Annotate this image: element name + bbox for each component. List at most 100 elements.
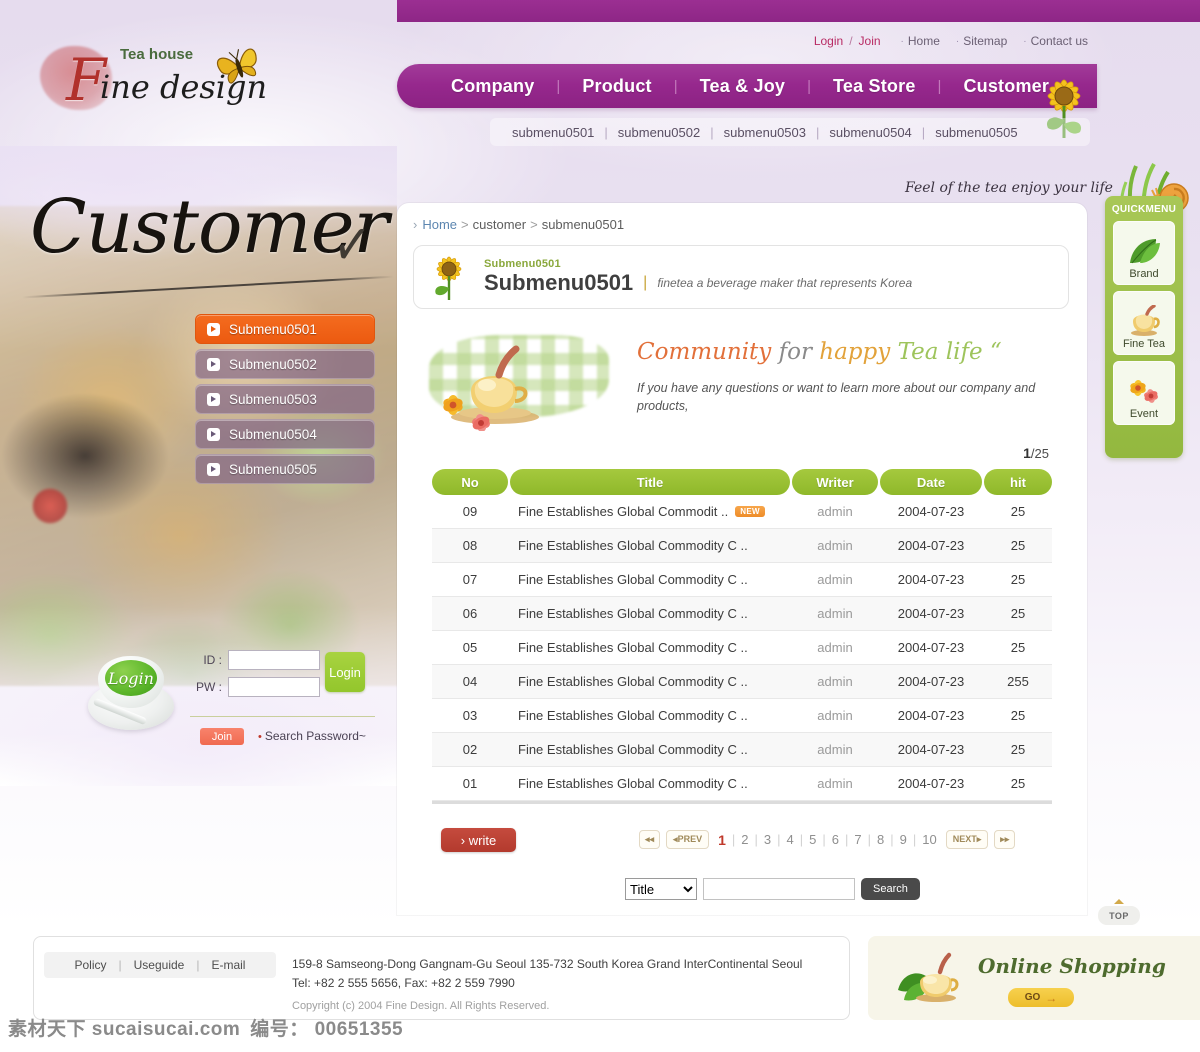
- table-row[interactable]: 09 Fine Establishes Global Commodit .. NE…: [432, 495, 1052, 529]
- scroll-to-top-button[interactable]: TOP: [1098, 906, 1140, 925]
- submenu-bar-item-0505[interactable]: submenu0505: [925, 125, 1027, 140]
- pagination-page-7[interactable]: 7: [848, 832, 867, 847]
- tagline: Feel of the tea enjoy your life: [905, 180, 1113, 196]
- hero-submenu-list: Submenu0501 Submenu0502 Submenu0503 Subm…: [195, 314, 375, 489]
- sidebar-item-submenu0505[interactable]: Submenu0505: [195, 454, 375, 484]
- nav-item-tea-store[interactable]: Tea Store: [811, 76, 938, 97]
- pagination-page-3[interactable]: 3: [758, 832, 777, 847]
- cell-title[interactable]: Fine Establishes Global Commodity C ..: [510, 563, 790, 596]
- teapot-flowers-icon: [419, 331, 629, 431]
- utility-contactus-link[interactable]: Contact us: [1031, 34, 1088, 48]
- page-indicator-total: /25: [1030, 446, 1049, 461]
- nav-item-product[interactable]: Product: [560, 76, 673, 97]
- column-header-date: Date: [880, 469, 982, 495]
- submenu-bar-item-0501[interactable]: submenu0501: [502, 125, 604, 140]
- sidebar-item-submenu0502[interactable]: Submenu0502: [195, 349, 375, 379]
- quickmenu-item-event[interactable]: Event: [1113, 361, 1175, 425]
- breadcrumb-home-link[interactable]: Home: [422, 217, 457, 232]
- cell-title[interactable]: Fine Establishes Global Commodity C ..: [510, 529, 790, 562]
- utility-home-link[interactable]: Home: [908, 34, 940, 48]
- column-header-title: Title: [510, 469, 790, 495]
- footer-link-useguide[interactable]: Useguide: [122, 958, 197, 972]
- pagination-page-1[interactable]: 1: [712, 832, 732, 848]
- submenu-bar-item-0504[interactable]: submenu0504: [819, 125, 921, 140]
- submenu-bar: submenu0501 | submenu0502 | submenu0503 …: [490, 118, 1090, 146]
- cell-title[interactable]: Fine Establishes Global Commodity C ..: [510, 733, 790, 766]
- write-button[interactable]: › write: [441, 828, 516, 852]
- search-input[interactable]: [703, 878, 855, 900]
- search-field-select[interactable]: Title Writer Content: [625, 878, 697, 900]
- table-row[interactable]: 02 Fine Establishes Global Commodity C .…: [432, 733, 1052, 767]
- table-row[interactable]: 05 Fine Establishes Global Commodity C .…: [432, 631, 1052, 665]
- pagination-prev-button[interactable]: ◂PREV: [666, 830, 710, 849]
- pagination-page-6[interactable]: 6: [826, 832, 845, 847]
- pagination: ◂◂ ◂PREV 1 | 2 | 3 | 4 | 5 | 6 | 7 | 8 | 9 | 10 N…: [636, 830, 1018, 849]
- pagination-next-button[interactable]: NEXT▸: [945, 830, 989, 849]
- pagination-page-8[interactable]: 8: [871, 832, 890, 847]
- cell-title[interactable]: Fine Establishes Global Commodit .. NEW: [510, 495, 790, 528]
- sidebar-item-submenu0504[interactable]: Submenu0504: [195, 419, 375, 449]
- cell-date: 2004-07-23: [897, 572, 965, 587]
- utility-login-link[interactable]: Login: [810, 34, 847, 48]
- caret-up-icon: [1114, 899, 1124, 904]
- nav-item-tea-and-joy[interactable]: Tea & Joy: [678, 76, 808, 97]
- table-row[interactable]: 04 Fine Establishes Global Commodity C .…: [432, 665, 1052, 699]
- cell-hit: 25: [1010, 708, 1026, 723]
- pagination-last-button[interactable]: ▸▸: [994, 830, 1016, 849]
- login-id-input[interactable]: [228, 650, 320, 670]
- cell-title[interactable]: Fine Establishes Global Commodity C ..: [510, 699, 790, 732]
- quickmenu-item-fine-tea[interactable]: Fine Tea: [1113, 291, 1175, 355]
- cup-tea-surface: Login: [105, 660, 157, 696]
- online-shopping-box: Online Shopping GO →: [868, 936, 1200, 1020]
- quickmenu-item-brand[interactable]: Brand: [1113, 221, 1175, 285]
- sidebar-item-submenu0501[interactable]: Submenu0501: [195, 314, 375, 344]
- login-id-label: ID :: [203, 653, 222, 667]
- pagination-page-4[interactable]: 4: [781, 832, 800, 847]
- online-shopping-go-button[interactable]: GO →: [1008, 988, 1074, 1007]
- footer-link-email[interactable]: E-mail: [199, 958, 257, 972]
- cell-hit: 255: [1007, 674, 1029, 689]
- utility-sitemap-link[interactable]: Sitemap: [963, 34, 1007, 48]
- login-button[interactable]: Login: [325, 652, 365, 692]
- login-pw-input[interactable]: [228, 677, 320, 697]
- pagination-first-button[interactable]: ◂◂: [639, 830, 661, 849]
- utility-join-link[interactable]: Join: [855, 34, 885, 48]
- breadcrumb-level3[interactable]: submenu0501: [542, 217, 624, 232]
- footer-link-policy[interactable]: Policy: [63, 958, 119, 972]
- breadcrumb-level2[interactable]: customer: [473, 217, 526, 232]
- pagination-page-9[interactable]: 9: [894, 832, 913, 847]
- sidebar-item-label: Submenu0501: [229, 321, 317, 337]
- page-header-description: finetea a beverage maker that represents…: [657, 276, 913, 290]
- footer-links: Policy | Useguide | E-mail: [44, 952, 276, 978]
- chevron-right-icon: ›: [413, 217, 418, 232]
- pagination-page-2[interactable]: 2: [735, 832, 754, 847]
- page-header-title: Submenu0501: [484, 270, 634, 295]
- site-logo[interactable]: F Tea house ine design: [40, 40, 270, 118]
- footer-copyright: Copyright (c) 2004 Fine Design. All Righ…: [292, 1000, 550, 1012]
- cell-writer: admin: [817, 640, 853, 655]
- submenu-bar-item-0502[interactable]: submenu0502: [608, 125, 710, 140]
- search-password-link[interactable]: • Search Password~: [258, 729, 366, 743]
- search-button[interactable]: Search: [861, 878, 920, 900]
- sidebar-item-submenu0503[interactable]: Submenu0503: [195, 384, 375, 414]
- table-row[interactable]: 03 Fine Establishes Global Commodity C .…: [432, 699, 1052, 733]
- table-row[interactable]: 01 Fine Establishes Global Commodity C .…: [432, 767, 1052, 801]
- nav-item-company[interactable]: Company: [429, 76, 556, 97]
- join-button[interactable]: Join: [200, 728, 244, 745]
- cell-writer: admin: [817, 572, 853, 587]
- cell-title[interactable]: Fine Establishes Global Commodity C ..: [510, 665, 790, 698]
- table-row[interactable]: 06 Fine Establishes Global Commodity C .…: [432, 597, 1052, 631]
- cell-title[interactable]: Fine Establishes Global Commodity C ..: [510, 631, 790, 664]
- pagination-page-5[interactable]: 5: [803, 832, 822, 847]
- cell-title-text: Fine Establishes Global Commodit ..: [518, 504, 729, 519]
- table-row[interactable]: 08 Fine Establishes Global Commodity C .…: [432, 529, 1052, 563]
- cell-no: 03: [462, 708, 478, 723]
- breadcrumb: › Home > customer > submenu0501: [413, 217, 624, 232]
- pagination-page-10[interactable]: 10: [916, 832, 942, 847]
- cell-title-text: Fine Establishes Global Commodity C ..: [518, 538, 748, 553]
- submenu-bar-item-0503[interactable]: submenu0503: [714, 125, 816, 140]
- cell-title-text: Fine Establishes Global Commodity C ..: [518, 708, 748, 723]
- cell-title[interactable]: Fine Establishes Global Commodity C ..: [510, 767, 790, 800]
- cell-title[interactable]: Fine Establishes Global Commodity C ..: [510, 597, 790, 630]
- table-row[interactable]: 07 Fine Establishes Global Commodity C .…: [432, 563, 1052, 597]
